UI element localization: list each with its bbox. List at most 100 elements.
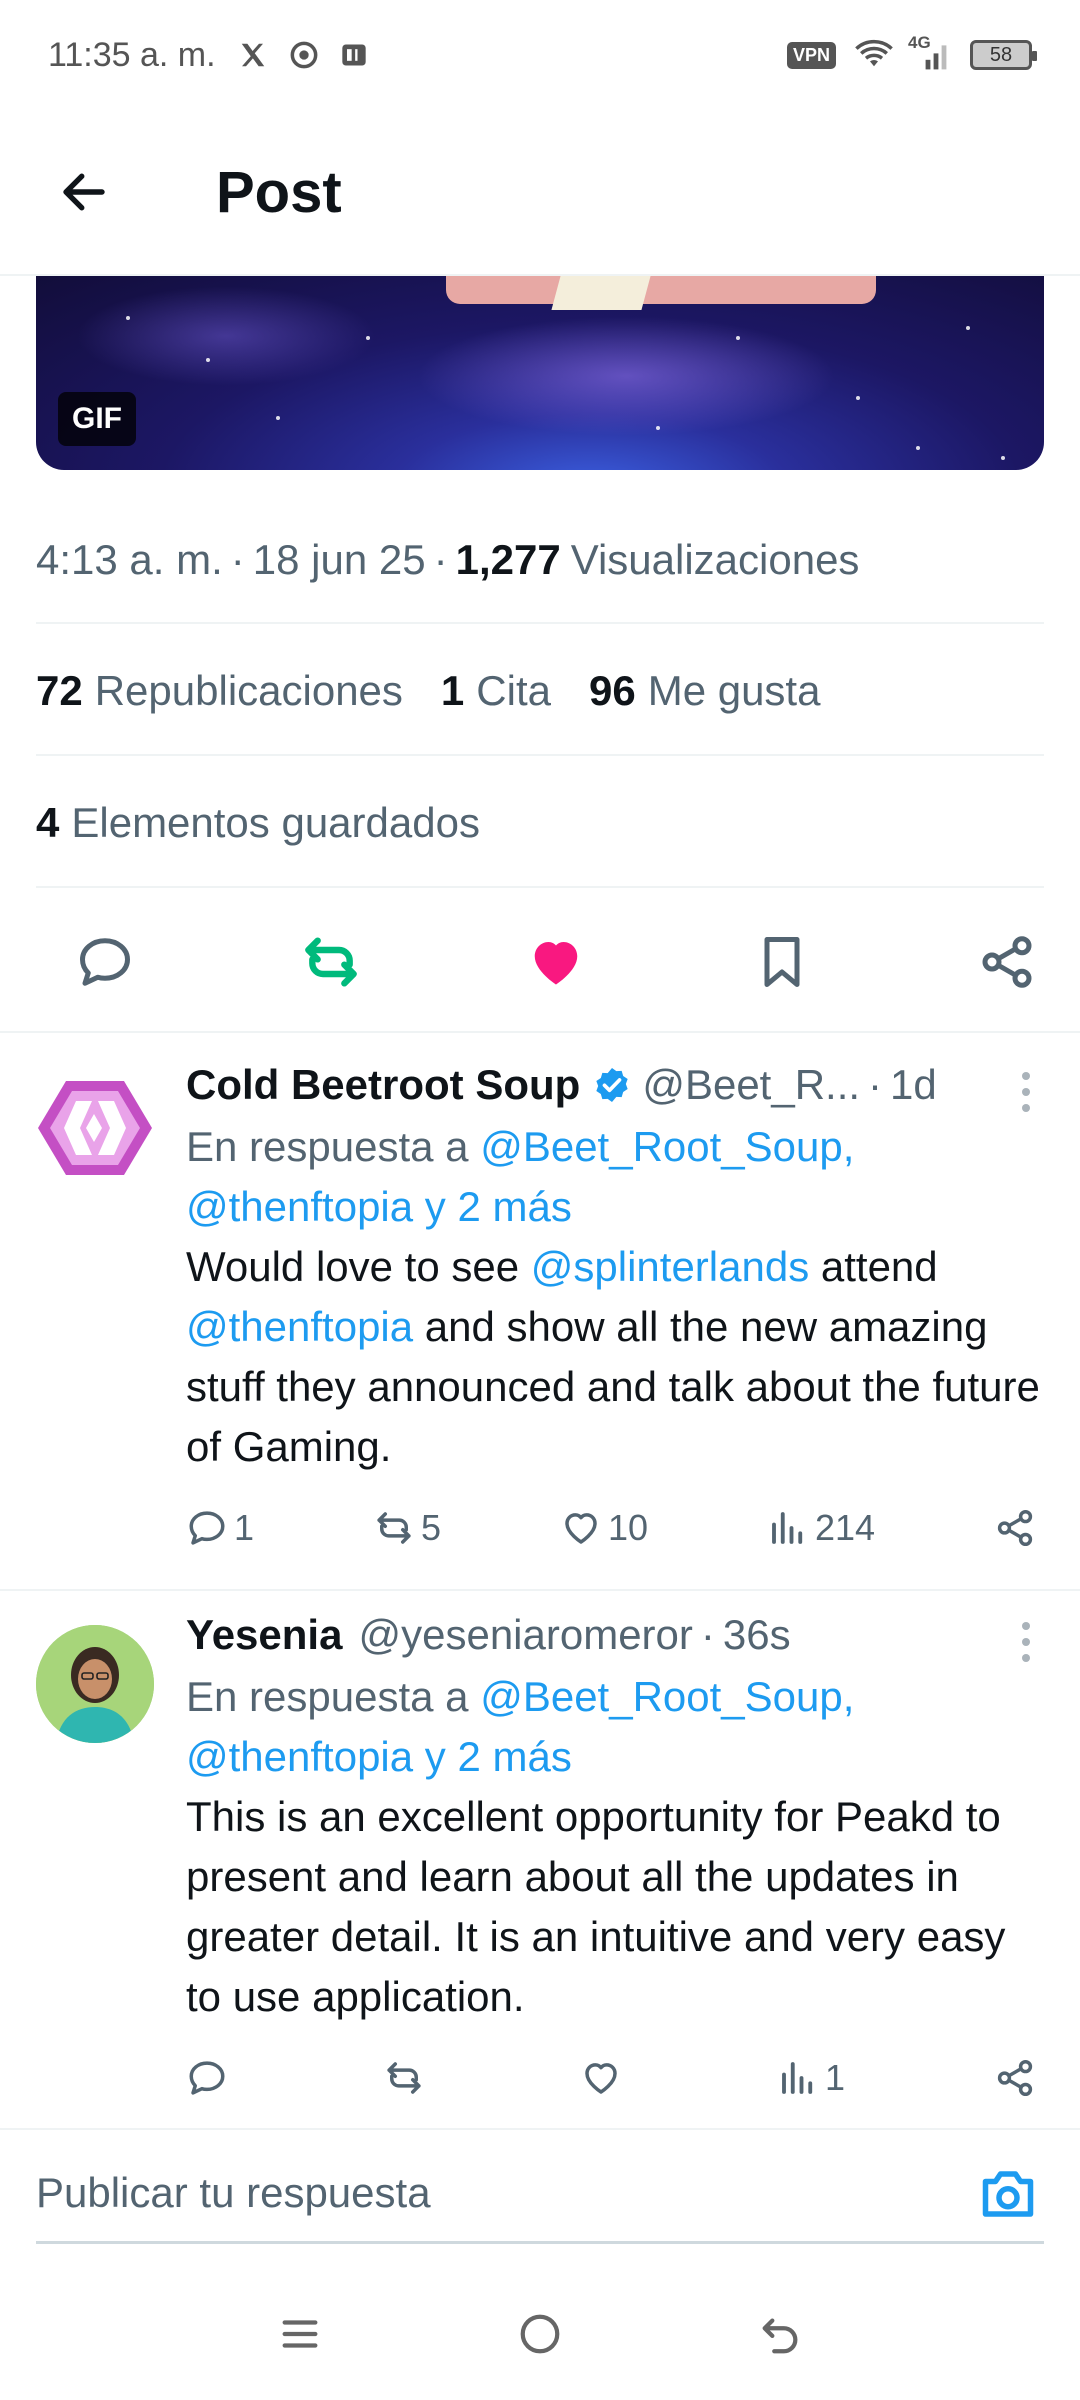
like-button[interactable]: 10: [560, 1507, 648, 1549]
reply-tweet[interactable]: Yesenia @yeseniaromeror · 36s En respues…: [0, 1591, 1080, 2128]
repost-button[interactable]: [383, 2057, 431, 2099]
divider: [36, 754, 1044, 756]
repost-icon: [304, 937, 357, 987]
battery-level: 58: [989, 43, 1013, 66]
top-app-bar: Post: [0, 110, 1080, 276]
x-logo-icon: [238, 40, 268, 70]
quotes-label: Cita: [476, 667, 551, 714]
chrome-icon: [290, 41, 318, 69]
reposts-stat[interactable]: 72 Republicaciones: [36, 667, 403, 715]
system-navigation-bar: [0, 2268, 1080, 2400]
views-button[interactable]: 1: [777, 2057, 845, 2099]
vpn-icon: VPN: [786, 41, 836, 69]
signal-icon: 4G: [908, 33, 952, 71]
home-button[interactable]: [500, 2294, 580, 2374]
gif-badge: GIF: [58, 392, 136, 446]
status-left: 11:35 a. m.: [48, 36, 368, 75]
star: [276, 416, 280, 420]
quotes-stat[interactable]: 1 Cita: [441, 667, 551, 715]
author-name[interactable]: Yesenia: [186, 1611, 342, 1659]
back-arrow-icon: [762, 2318, 798, 2354]
nebula-decoration: [76, 286, 376, 386]
heart-icon: [565, 1513, 597, 1544]
reply-input[interactable]: [36, 2144, 1044, 2244]
reply-icon: [189, 2061, 225, 2095]
recent-apps-button[interactable]: [260, 2294, 340, 2374]
more-options-button[interactable]: [1006, 1067, 1046, 1117]
back-button[interactable]: [52, 160, 116, 224]
wifi-icon: [854, 39, 894, 71]
author-handle[interactable]: @yeseniaromeror: [358, 1611, 692, 1659]
menu-lines-icon: [282, 2320, 318, 2348]
views-count: 1,277: [455, 536, 561, 583]
reply-to-prefix: En respuesta a: [186, 1673, 469, 1720]
bookmark-button[interactable]: [747, 927, 817, 997]
share-button[interactable]: [994, 2057, 1036, 2099]
reply-to-more-link[interactable]: @thenftopia y 2 más: [186, 1183, 572, 1230]
saved-stat[interactable]: 4 Elementos guardados: [36, 799, 480, 847]
repost-icon: [377, 1512, 411, 1544]
reply-to-prefix: En respuesta a: [186, 1123, 469, 1170]
post-timestamp-row: 4:13 a. m. · 18 jun 25 · 1,277 Visualiza…: [36, 525, 1044, 595]
reply-to-more-link[interactable]: @thenftopia y 2 más: [186, 1733, 572, 1780]
spaceship-graphic: [446, 276, 876, 304]
author-name[interactable]: Cold Beetroot Soup: [186, 1061, 580, 1109]
reply-compose-bar: [0, 2128, 1080, 2268]
post-action-bar: [0, 893, 1080, 1033]
reply-count: 1: [234, 1507, 255, 1548]
avatar[interactable]: [36, 1069, 154, 1187]
camera-button[interactable]: [976, 2164, 1040, 2224]
reply-to-user-link[interactable]: @Beet_Root_Soup,: [480, 1123, 854, 1170]
views-label: Visualizaciones: [570, 536, 860, 583]
verified-badge-icon: [596, 1068, 628, 1102]
share-button[interactable]: [972, 927, 1042, 997]
network-type: 4G: [908, 33, 931, 52]
reply-button[interactable]: [70, 927, 140, 997]
repost-button[interactable]: [296, 927, 366, 997]
saved-stat-row: 4 Elementos guardados: [36, 788, 1044, 858]
author-handle[interactable]: @Beet_R...: [642, 1061, 860, 1109]
star: [916, 446, 920, 450]
reply-button[interactable]: [186, 2057, 234, 2099]
reply-to-user-link[interactable]: @Beet_Root_Soup,: [480, 1673, 854, 1720]
user-photo-avatar-icon: [36, 1625, 154, 1743]
reply-tweet[interactable]: Cold Beetroot Soup @Beet_R... · 1d En re…: [0, 1033, 1080, 1591]
star: [366, 336, 370, 340]
mention-link[interactable]: @thenftopia: [186, 1303, 413, 1350]
like-button[interactable]: [580, 2057, 628, 2099]
separator-dot: ·: [433, 536, 448, 583]
post-media-gif[interactable]: GIF: [36, 276, 1044, 470]
status-bar: 11:35 a. m. VPN 4G 58: [0, 0, 1080, 110]
star: [966, 326, 970, 330]
text-part: attend: [809, 1243, 938, 1290]
back-nav-button[interactable]: [740, 2294, 820, 2374]
spaceship-graphic: [551, 276, 651, 310]
replying-to: En respuesta a @Beet_Root_Soup, @thenfto…: [186, 1117, 1046, 1237]
star: [856, 396, 860, 400]
views-count: 214: [814, 1507, 876, 1548]
reply-age: 1d: [890, 1061, 937, 1108]
post-time: 4:13 a. m.: [36, 536, 223, 583]
more-options-button[interactable]: [1006, 1617, 1046, 1667]
likes-stat[interactable]: 96 Me gusta: [589, 667, 820, 715]
like-button[interactable]: [521, 927, 591, 997]
reply-header: Cold Beetroot Soup @Beet_R... · 1d: [186, 1055, 1046, 1115]
mention-link[interactable]: @splinterlands: [531, 1243, 809, 1290]
likes-label: Me gusta: [647, 667, 821, 714]
repost-button[interactable]: 5: [373, 1507, 441, 1549]
repost-count: 5: [420, 1507, 442, 1548]
reply-icon: [189, 1511, 225, 1545]
avatar[interactable]: [36, 1625, 154, 1743]
views-button[interactable]: 214: [767, 1507, 875, 1549]
share-button[interactable]: [994, 1507, 1036, 1549]
share-icon: [982, 936, 1032, 988]
reply-text: Would love to see @splinterlands attend …: [186, 1237, 1046, 1477]
circle-home-icon: [520, 2314, 560, 2354]
reply-button[interactable]: 1: [186, 1507, 254, 1549]
divider: [36, 622, 1044, 624]
quotes-count: 1: [440, 667, 465, 714]
star: [206, 358, 210, 362]
separator-dot: ·: [230, 536, 245, 583]
likes-count: 96: [588, 667, 636, 714]
separator-dot: ·: [700, 1611, 715, 1658]
